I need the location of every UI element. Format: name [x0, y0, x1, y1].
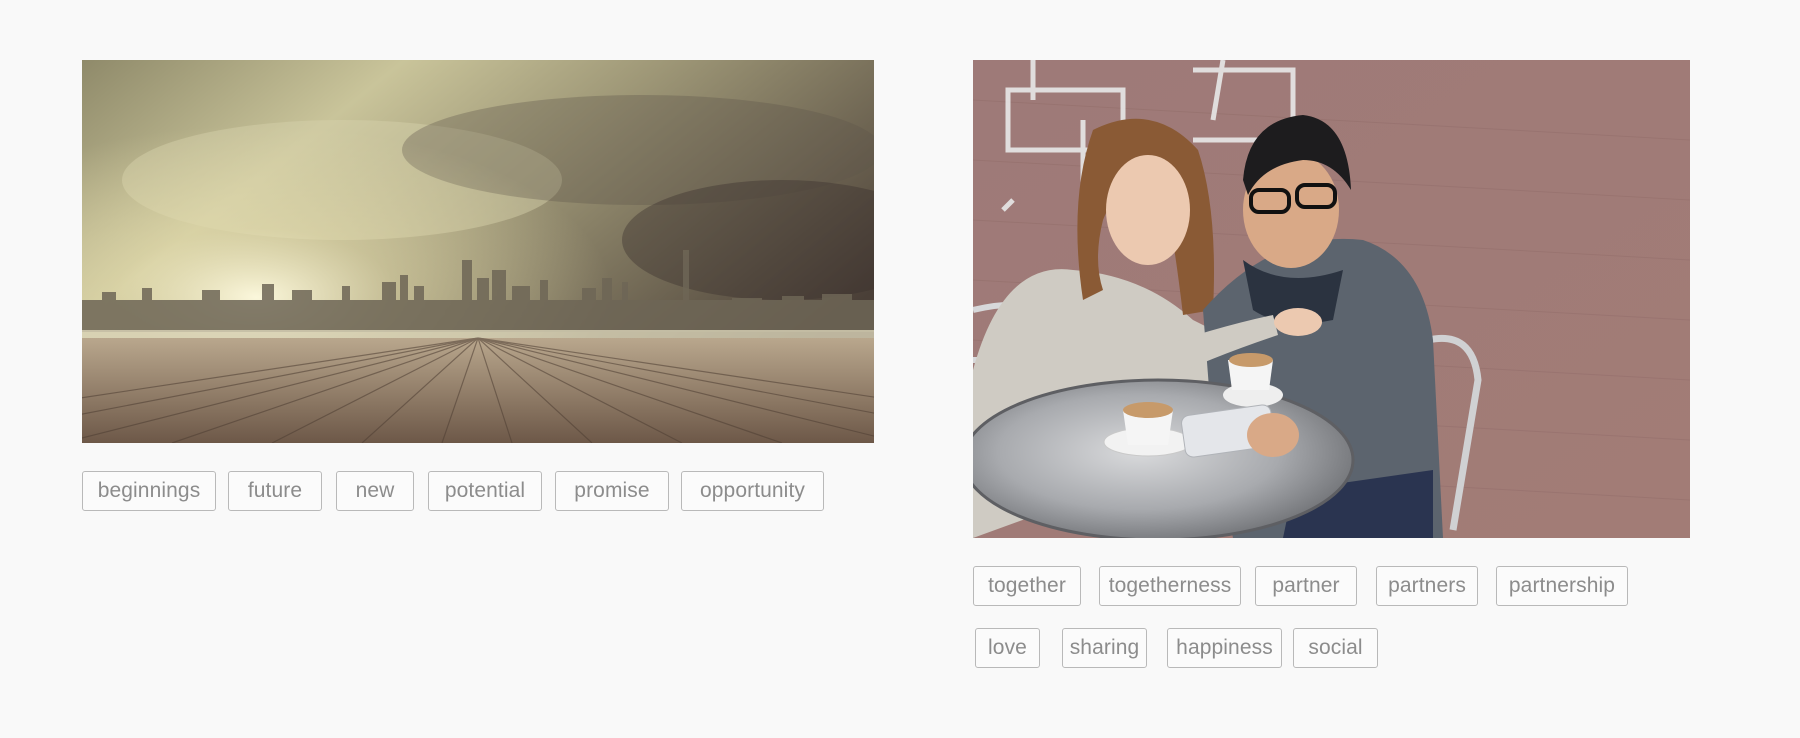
- tag-button[interactable]: promise: [555, 471, 669, 511]
- skyline-photo[interactable]: [82, 60, 874, 443]
- tag-button[interactable]: opportunity: [681, 471, 824, 511]
- tag-button[interactable]: future: [228, 471, 322, 511]
- tag-button[interactable]: happiness: [1167, 628, 1282, 668]
- page: beginnings future new potential promise …: [0, 0, 1800, 738]
- tag-button[interactable]: new: [336, 471, 414, 511]
- tag-button[interactable]: social: [1293, 628, 1378, 668]
- tag-button[interactable]: partners: [1376, 566, 1478, 606]
- tag-button[interactable]: love: [975, 628, 1040, 668]
- tag-button[interactable]: potential: [428, 471, 542, 511]
- tag-button[interactable]: sharing: [1062, 628, 1147, 668]
- tag-button[interactable]: partner: [1255, 566, 1357, 606]
- tag-button[interactable]: together: [973, 566, 1081, 606]
- tag-button[interactable]: partnership: [1496, 566, 1628, 606]
- tag-button[interactable]: beginnings: [82, 471, 216, 511]
- image-card-couple: together togetherness partner partners p…: [973, 60, 1690, 668]
- image-card-skyline: beginnings future new potential promise …: [82, 60, 874, 511]
- tag-button[interactable]: togetherness: [1099, 566, 1241, 606]
- couple-photo[interactable]: [973, 60, 1690, 538]
